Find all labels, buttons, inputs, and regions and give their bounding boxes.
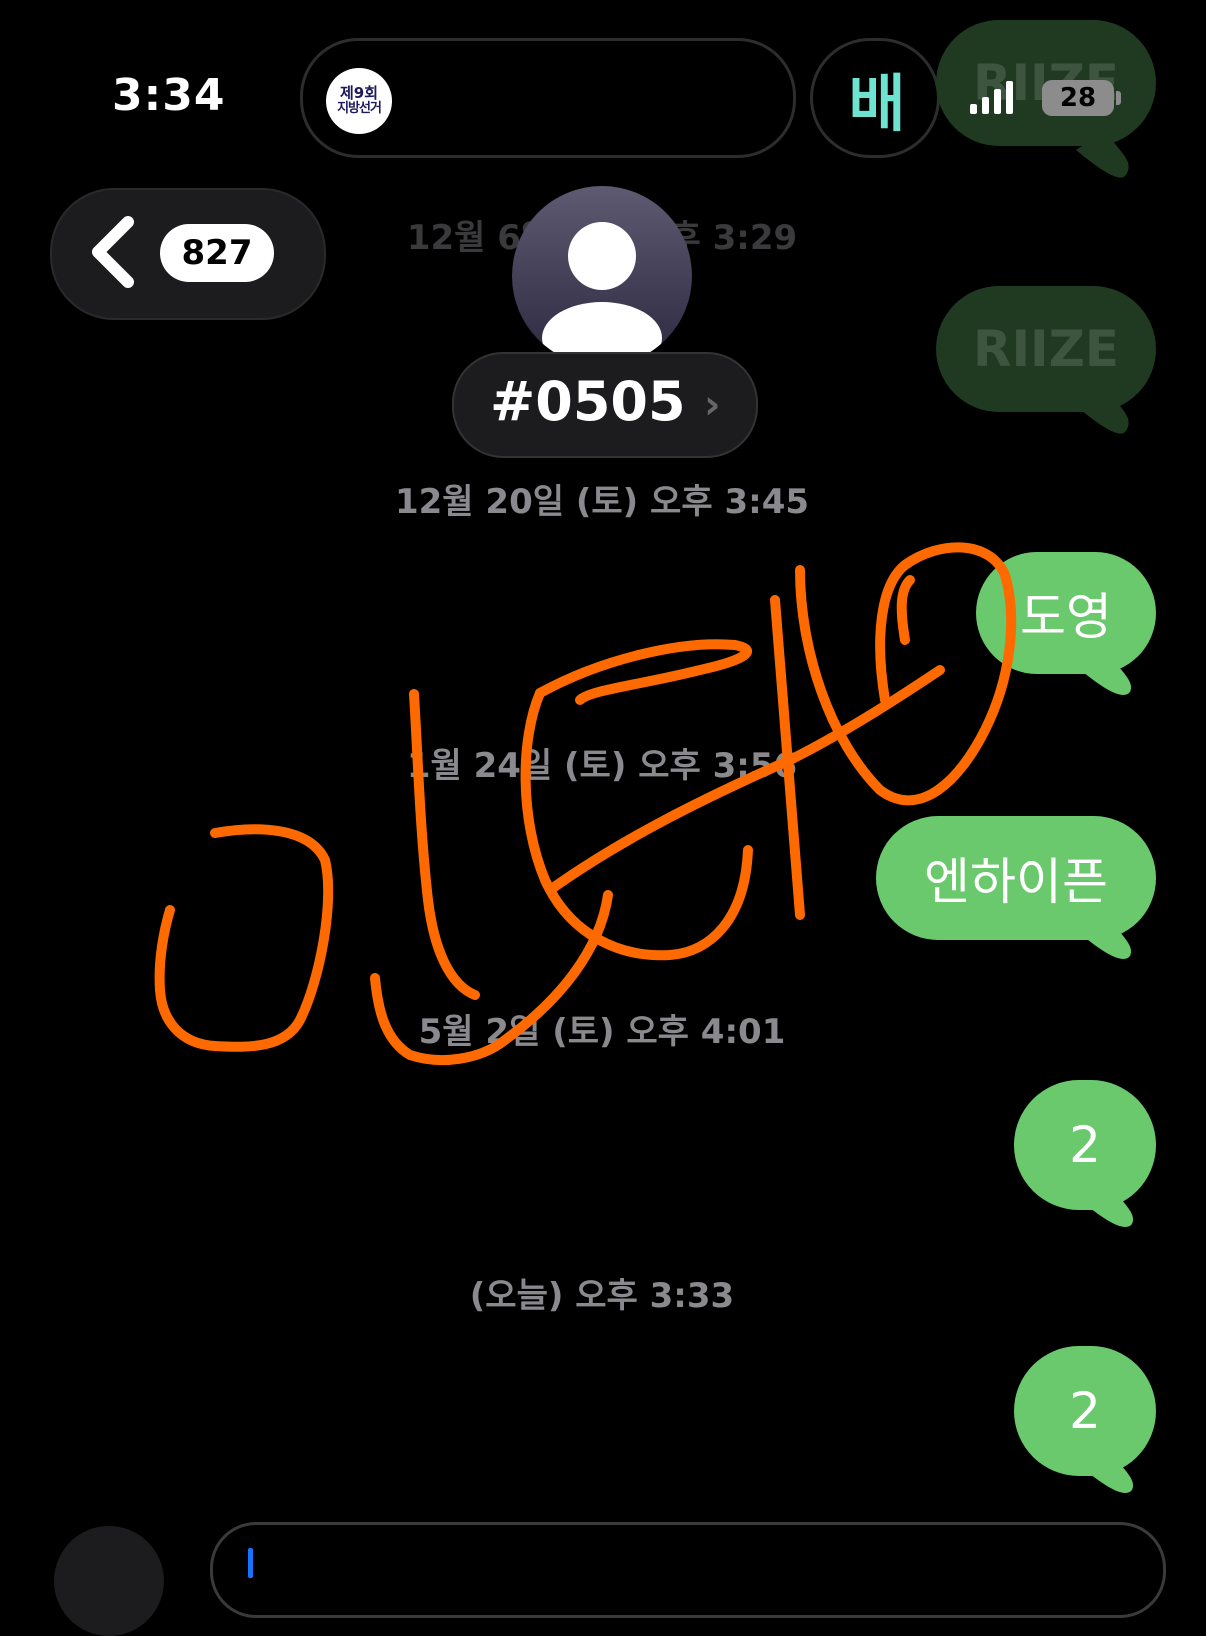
timestamp: 1월 24일 (토) 오후 3:56 xyxy=(406,746,798,786)
app-activity-bubble[interactable]: 배 xyxy=(810,38,940,158)
contact-name: #0505 xyxy=(490,370,686,433)
battery-icon: 28 xyxy=(1042,80,1114,116)
election-badge-icon[interactable]: 제9회 지방선거 xyxy=(326,68,392,134)
contact-avatar[interactable] xyxy=(512,186,692,366)
person-icon xyxy=(542,222,662,366)
timestamp: (오늘) 오후 3:33 xyxy=(469,1276,735,1316)
election-badge-line1: 제9회 xyxy=(339,84,379,103)
message-text: RIIZE xyxy=(936,286,1156,412)
status-time: 3:34 xyxy=(112,70,226,121)
message-text: 엔하이픈 xyxy=(876,816,1156,940)
timestamp: 5월 2일 (토) 오후 4:01 xyxy=(418,1012,786,1052)
chevron-right-icon: › xyxy=(704,382,721,428)
add-attachment-button[interactable] xyxy=(54,1526,164,1636)
election-badge-line2: 지방선거 xyxy=(337,101,382,117)
message-text: 2 xyxy=(1014,1346,1156,1476)
message-text: 도영 xyxy=(976,552,1156,674)
message-input[interactable] xyxy=(210,1522,1166,1618)
battery-nub xyxy=(1116,91,1121,105)
cellular-signal-icon xyxy=(970,78,1013,114)
timestamp: 12월 20일 (토) 오후 3:45 xyxy=(394,482,810,522)
text-cursor xyxy=(248,1548,253,1578)
chevron-left-icon xyxy=(92,216,134,288)
message-text: 2 xyxy=(1014,1080,1156,1210)
unread-count-badge: 827 xyxy=(160,224,274,282)
app-glyph: 배 xyxy=(848,67,905,140)
